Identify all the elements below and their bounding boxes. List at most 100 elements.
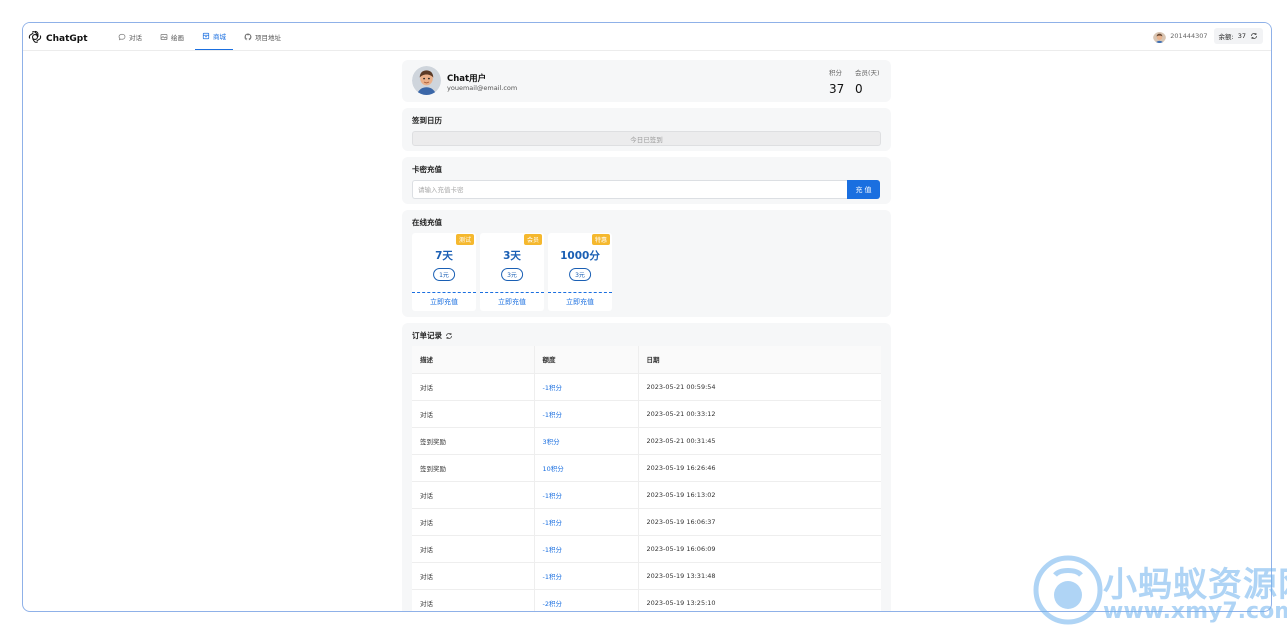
nav-label-draw: 绘画	[171, 33, 184, 42]
order-date: 2023-05-19 16:06:09	[638, 535, 881, 563]
plan-price: 3元	[569, 268, 591, 281]
order-date: 2023-05-19 16:06:37	[638, 508, 881, 536]
order-description: 签到奖励	[412, 454, 535, 482]
main-nav: 对话 绘画 商城 项目地址	[111, 23, 292, 51]
store-icon	[202, 32, 210, 40]
balance-label: 余额:	[1218, 33, 1234, 41]
order-amount: -1积分	[534, 481, 639, 509]
plan-badge: 会员	[523, 234, 542, 245]
user-id: 201444307	[1170, 32, 1208, 40]
order-description: 对话	[412, 481, 535, 509]
brand-name: ChatGpt	[46, 33, 88, 44]
buy-now-button[interactable]: 立即充值	[412, 297, 476, 307]
openai-logo-icon	[28, 29, 42, 48]
order-amount: -1积分	[534, 562, 639, 590]
card-key-input[interactable]	[412, 180, 847, 199]
scroll-fade	[402, 609, 891, 611]
order-description: 签到奖励	[412, 427, 535, 455]
table-row: 对话 -1积分 2023-05-21 00:59:54	[412, 373, 881, 401]
buy-now-button[interactable]: 立即充值	[480, 297, 544, 307]
plan-card: 特惠 1000分 3元 立即充值	[548, 233, 612, 311]
watermark-url: www.xmy7.com	[1103, 599, 1287, 624]
signin-title: 签到日历	[412, 116, 442, 125]
table-row: 对话 -1积分 2023-05-19 16:06:37	[412, 508, 881, 536]
table-row: 签到奖励 10积分 2023-05-19 16:26:46	[412, 454, 881, 482]
profile-email: youemail@email.com	[447, 84, 518, 92]
watermark-logo-icon	[1033, 555, 1103, 625]
order-amount: -1积分	[534, 508, 639, 536]
vip-days-value: 0	[855, 82, 863, 96]
order-description: 对话	[412, 535, 535, 563]
plan-divider	[480, 292, 544, 293]
plan-list: 测试 7天 1元 立即充值 会员 3天 3元 立即充值 特惠 1000分 3元	[412, 233, 612, 311]
nav-item-project[interactable]: 项目地址	[237, 23, 288, 50]
image-icon	[160, 33, 168, 40]
order-table: 描述 额度 日期 对话 -1积分 2023-05-21 00:59:54 对话 …	[412, 346, 881, 611]
column-header-description: 描述	[412, 346, 535, 374]
plan-card: 测试 7天 1元 立即充值	[412, 233, 476, 311]
column-header-date: 日期	[638, 346, 881, 374]
order-amount: -1积分	[534, 535, 639, 563]
table-row: 对话 -1积分 2023-05-21 00:33:12	[412, 400, 881, 428]
nav-item-chat[interactable]: 对话	[111, 23, 149, 50]
nav-label-store: 商城	[213, 33, 226, 41]
order-history-section: 订单记录 描述 额度 日期 对话 -1积分 2023-05-21 00:59:5…	[402, 323, 891, 611]
github-icon	[244, 33, 252, 40]
points-stat: 积分 37	[829, 67, 844, 96]
table-row: 对话 -1积分 2023-05-19 13:31:48	[412, 562, 881, 590]
nav-label-chat: 对话	[129, 33, 142, 42]
order-amount: 3积分	[534, 427, 639, 455]
profile-name: Chat用户	[447, 74, 487, 84]
balance-chip[interactable]: 余额: 37	[1213, 28, 1263, 44]
refresh-icon[interactable]	[1250, 32, 1258, 40]
nav-item-store[interactable]: 商城	[195, 23, 233, 50]
nav-label-project: 项目地址	[255, 33, 281, 42]
refresh-icon[interactable]	[445, 332, 453, 340]
profile-card: Chat用户 youemail@email.com 积分 37 会员(天) 0	[402, 60, 891, 102]
plan-divider	[412, 292, 476, 293]
order-date: 2023-05-21 00:59:54	[638, 373, 881, 401]
order-description: 对话	[412, 562, 535, 590]
table-row: 对话 -1积分 2023-05-19 16:13:02	[412, 481, 881, 509]
plan-price: 3元	[501, 268, 523, 281]
recharge-button[interactable]: 充 值	[847, 180, 880, 199]
store-content: Chat用户 youemail@email.com 积分 37 会员(天) 0 …	[402, 60, 891, 611]
table-header-row: 描述 额度 日期	[412, 346, 881, 374]
online-recharge-section: 在线充值 测试 7天 1元 立即充值 会员 3天 3元 立即充值 特惠 1000…	[402, 210, 891, 317]
app-window: ChatGpt 对话 绘画 商城 项目地址 201444307 余额: 37 C…	[22, 22, 1272, 612]
nav-item-draw[interactable]: 绘画	[153, 23, 191, 50]
column-header-amount: 额度	[534, 346, 639, 374]
card-recharge-title: 卡密充值	[412, 165, 442, 174]
order-date: 2023-05-21 00:33:12	[638, 400, 881, 428]
plan-title: 1000分	[560, 250, 600, 262]
order-date: 2023-05-19 16:26:46	[638, 454, 881, 482]
order-amount: 10积分	[534, 454, 639, 482]
order-amount: -1积分	[534, 373, 639, 401]
profile-avatar	[412, 66, 441, 95]
table-row: 对话 -1积分 2023-05-19 16:06:09	[412, 535, 881, 563]
vip-days-label: 会员(天)	[855, 69, 880, 77]
brand[interactable]: ChatGpt	[28, 29, 88, 48]
user-area: 201444307 余额: 37	[1153, 28, 1263, 44]
points-label: 积分	[829, 69, 842, 77]
plan-badge: 特惠	[591, 234, 610, 245]
points-value: 37	[829, 82, 845, 96]
order-description: 对话	[412, 373, 535, 401]
avatar[interactable]	[1153, 30, 1167, 43]
order-date: 2023-05-21 00:31:45	[638, 427, 881, 455]
plan-badge: 测试	[455, 234, 474, 245]
order-description: 对话	[412, 400, 535, 428]
order-date: 2023-05-19 16:13:02	[638, 481, 881, 509]
plan-price: 1元	[433, 268, 455, 281]
order-history-header: 订单记录	[412, 323, 881, 341]
plan-title: 7天	[435, 250, 453, 262]
chat-bubble-icon	[118, 33, 126, 40]
plan-title: 3天	[503, 250, 521, 262]
buy-now-button[interactable]: 立即充值	[548, 297, 612, 307]
signin-card: 签到日历 今日已签到	[402, 108, 891, 151]
plan-card: 会员 3天 3元 立即充值	[480, 233, 544, 311]
signed-in-button[interactable]: 今日已签到	[412, 131, 881, 146]
order-history-title: 订单记录	[412, 331, 442, 340]
watermark: 小蚂蚁资源网 www.xmy7.com	[1033, 553, 1287, 641]
order-date: 2023-05-19 13:31:48	[638, 562, 881, 590]
